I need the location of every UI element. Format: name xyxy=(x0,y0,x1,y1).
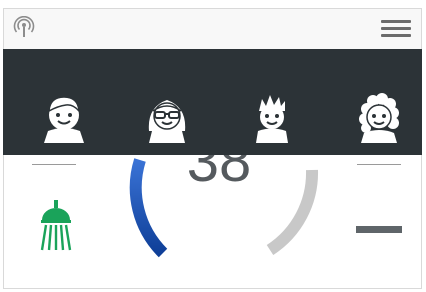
user-selector-bar xyxy=(3,49,422,155)
hamburger-menu-icon[interactable] xyxy=(381,18,411,40)
user-boy-icon xyxy=(44,96,84,143)
broadcast-signal-icon[interactable] xyxy=(12,15,36,40)
user-boy-button[interactable] xyxy=(40,91,88,143)
right-divider xyxy=(357,164,401,165)
left-divider xyxy=(32,164,76,165)
user-spiky-hair-icon xyxy=(256,95,288,143)
user-curly-hair-button[interactable] xyxy=(355,91,403,143)
user-girl-glasses-button[interactable] xyxy=(143,91,191,143)
top-bar xyxy=(4,9,421,49)
decrease-temperature-button[interactable] xyxy=(356,223,402,237)
shower-head-icon[interactable] xyxy=(36,200,76,252)
minus-icon xyxy=(356,226,402,233)
user-girl-glasses-icon xyxy=(148,100,186,143)
user-curly-hair-icon xyxy=(359,93,399,143)
user-spiky-hair-button[interactable] xyxy=(248,91,296,143)
